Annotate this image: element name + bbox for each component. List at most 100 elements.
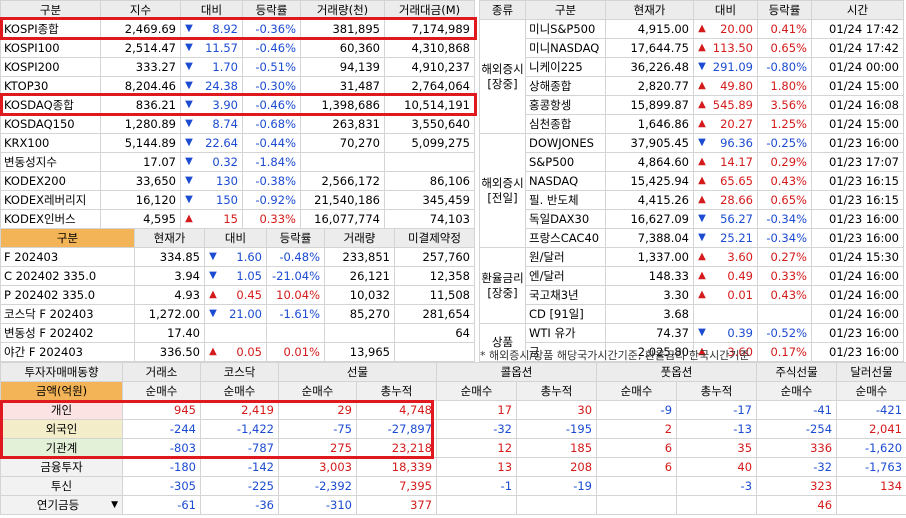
global-row[interactable]: S&P500 4,864.60 ▲ 14.17 0.29% 01/23 17:07 — [480, 152, 904, 172]
index-row[interactable]: KOSDAQ종합 836.21 ▼ 3.90 -0.46% 1,398,686 10,514… — [0, 95, 475, 115]
global-time: 01/24 15:30 — [811, 247, 904, 267]
global-col-header: 현재가 — [605, 0, 694, 20]
global-name: NASDAQ — [525, 171, 606, 191]
futures-col-header: 등락률 — [266, 228, 325, 248]
global-row[interactable]: 엔/달러 148.33 ▲ 0.49 0.33% 01/24 16:00 — [480, 266, 904, 286]
global-row[interactable]: 해외증시[장중] 미니S&P500 4,915.00 ▲ 20.00 0.41% 01/24… — [479, 19, 904, 134]
index-row[interactable]: KOSPI200 333.27 ▼ 1.70 -0.51% 94,139 4,910,237 — [0, 57, 475, 77]
investor-trading-table: 투자자매매동향 거래소 코스닥 선물 콜옵션 풋옵션 주식선물 달러선물 금액(억원) 순매수 순… — [0, 362, 906, 515]
index-row[interactable]: KODEX인버스 4,595 ▲ 15 0.33% 16,077,774 74,103 — [0, 209, 475, 229]
investor-sub-header: 금액(억원) 순매수 순매수 순매수 총누적 순매수 총누적 순매수 총누적 순매수 순매수 — [0, 381, 906, 401]
index-value: 1,280.89 — [100, 114, 181, 134]
change-value: 96.36 — [720, 136, 753, 150]
index-row[interactable]: KRX100 5,144.89 ▼ 22.64 -0.44% 70,270 5,099,27… — [0, 133, 475, 153]
index-row[interactable]: 변동성지수 17.07 ▼ 0.32 -1.84% — [0, 152, 475, 172]
index-header-row: 구분 지수 대비 등락률 거래량(천) 거래대금(M) — [0, 0, 475, 20]
change-cell: ▼ 150 — [180, 190, 243, 210]
index-row[interactable]: KOSDAQ150 1,280.89 ▼ 8.74 -0.68% 263,831 3,550… — [0, 114, 475, 134]
investor-value: -36 — [200, 495, 279, 515]
index-name: KRX100 — [0, 133, 101, 153]
investor-row[interactable]: 기관계 -803 -787 275 23,218 12 185 6 35 336 -1,620 — [0, 438, 906, 458]
investor-value — [436, 495, 518, 515]
investor-row[interactable]: 외국인 -244 -1,422 -75 -27,897 -32 -195 2 -13 -254 2,… — [0, 419, 906, 439]
global-row[interactable]: 환율금리[장중] 원/달러 1,337.00 ▲ 3.60 0.27% 01/24 15:3… — [479, 247, 904, 324]
global-col-header: 구분 — [525, 0, 606, 20]
index-row[interactable]: KOSPI종합 2,469.69 ▼ 8.92 -0.36% 381,895 7,174,9… — [0, 19, 475, 39]
investor-group-header-cell: 풋옵션 — [596, 362, 758, 382]
global-value: 17,644.75 — [605, 38, 694, 58]
investor-row[interactable]: 연기금등 ▼ -61 -36 -310 377 46 — [0, 495, 906, 515]
futures-row[interactable]: F 202403 334.85 ▼ 1.60 -0.48% 233,851 257,760 — [0, 247, 475, 267]
change-value: 0.01 — [727, 288, 753, 302]
global-time: 01/23 16:15 — [811, 190, 904, 210]
futures-row[interactable]: C 202402 335.0 3.94 ▼ 1.05 -21.04% 26,121 12,3… — [0, 266, 475, 286]
investor-row[interactable]: 개인 945 2,419 29 4,748 17 30 -9 -17 -41 -421 — [0, 400, 906, 420]
index-row[interactable]: KTOP30 8,204.46 ▼ 24.38 -0.30% 31,487 2,764,06… — [0, 76, 475, 96]
investor-value: -787 — [200, 438, 279, 458]
index-row[interactable]: KODEX레버리지 16,120 ▼ 150 -0.92% 21,540,186 345,4… — [0, 190, 475, 210]
investor-value: -27,897 — [355, 419, 438, 439]
investor-sub-header-cell: 총누적 — [516, 381, 598, 401]
global-row[interactable]: 니케이225 36,226.48 ▼ 291.09 -0.80% 01/24 00:00 — [480, 57, 904, 77]
down-triangle-icon: ▼ — [698, 213, 706, 224]
global-row[interactable]: CD [91일] 3.68 01/24 16:00 — [480, 304, 904, 324]
index-row[interactable]: KODEX200 33,650 ▼ 130 -0.38% 2,566,172 86,106 — [0, 171, 475, 191]
global-row[interactable]: NASDAQ 15,425.94 ▲ 65.65 0.43% 01/23 16:15 — [480, 171, 904, 191]
global-row[interactable]: 상해종합 2,820.77 ▲ 49.80 1.80% 01/24 15:00 — [480, 76, 904, 96]
global-value: 15,425.94 — [605, 171, 694, 191]
global-row[interactable]: 미니NASDAQ 17,644.75 ▲ 113.50 0.65% 01/24 17:42 — [480, 38, 904, 58]
index-col-header: 등락률 — [242, 0, 301, 20]
futures-row[interactable]: 야간 F 202403 336.50 ▲ 0.05 0.01% 13,965 — [0, 342, 475, 362]
change-cell: ▲ 20.00 — [693, 19, 758, 39]
index-name: KODEX레버리지 — [0, 190, 101, 210]
index-row[interactable]: KOSPI100 2,514.47 ▼ 11.57 -0.46% 60,360 4,310,… — [0, 38, 475, 58]
investor-value: -9 — [596, 400, 678, 420]
change-cell: ▲ 0.01 — [693, 285, 758, 305]
investor-type: 연기금등 ▼ — [0, 495, 123, 515]
global-row[interactable]: 상품 WTI 유가 74.37 ▼ 0.39 -0.52% 01/23 16:00 — [479, 323, 904, 362]
global-value: 4,864.60 — [605, 152, 694, 172]
investor-row[interactable]: 금융투자 -180 -142 3,003 18,339 13 208 6 40 -32 -1,763 — [0, 457, 906, 477]
up-triangle-icon: ▲ — [698, 23, 706, 34]
investor-value: 30 — [516, 400, 598, 420]
investor-value: 275 — [278, 438, 357, 458]
global-row[interactable]: 심천종합 1,646.86 ▲ 20.27 1.25% 01/24 15:00 — [480, 114, 904, 134]
down-triangle-icon: ▼ — [185, 80, 193, 91]
index-col-header: 지수 — [100, 0, 181, 20]
change-cell: ▼ 3.90 — [180, 95, 243, 115]
change-value: 56.27 — [720, 212, 753, 226]
investor-type: 외국인 — [0, 419, 123, 439]
investor-type: 금융투자 — [0, 457, 123, 477]
global-rate: 0.43% — [757, 285, 812, 305]
global-row[interactable]: 국고채3년 3.30 ▲ 0.01 0.43% 01/24 16:00 — [480, 285, 904, 305]
futures-row[interactable]: 코스닥 F 202403 1,272.00 ▼ 21.00 -1.61% 85,270 28… — [0, 304, 475, 324]
down-triangle-icon: ▼ — [185, 137, 193, 148]
change-value: 1.60 — [236, 250, 262, 264]
change-value: 1.70 — [212, 60, 238, 74]
futures-row[interactable]: 변동성 F 202402 17.40 64 — [0, 323, 475, 343]
global-name: 독일DAX30 — [525, 209, 606, 229]
change-value: 11.57 — [205, 41, 238, 55]
index-value: 33,650 — [100, 171, 181, 191]
global-row[interactable]: 프랑스CAC40 7,388.04 ▼ 25.21 -0.34% 01/23 16:00 — [480, 228, 904, 248]
down-triangle-icon: ▼ — [209, 308, 217, 319]
investor-group-header-cell: 선물 — [277, 362, 438, 382]
global-rate: 0.17% — [757, 342, 812, 362]
change-cell: ▲ 0.45 — [204, 285, 267, 305]
global-row[interactable]: 독일DAX30 16,627.09 ▼ 56.27 -0.34% 01/23 16:00 — [480, 209, 904, 229]
index-value: 5,144.89 — [100, 133, 181, 153]
dropdown-arrow-icon[interactable]: ▼ — [111, 497, 118, 514]
change-cell: ▼ 0.32 — [180, 152, 243, 172]
global-row[interactable]: 해외증시[전일] DOWJONES 37,905.45 ▼ 96.36 -0.25% 01/… — [479, 133, 904, 248]
global-row[interactable]: 홍콩항셍 15,899.87 ▲ 545.89 3.56% 01/24 16:08 — [480, 95, 904, 115]
global-row[interactable]: 필. 반도체 4,415.26 ▲ 28.66 0.65% 01/23 16:15 — [480, 190, 904, 210]
up-triangle-icon: ▲ — [698, 270, 706, 281]
global-value: 7,388.04 — [605, 228, 694, 248]
investor-sub-header-cell: 순매수 — [278, 381, 357, 401]
global-name: 미니S&P500 — [525, 19, 606, 39]
global-rate: 0.29% — [757, 152, 812, 172]
change-value: 21.00 — [229, 307, 262, 321]
investor-value: 6 — [596, 457, 678, 477]
investor-row[interactable]: 투신 -305 -225 -2,392 7,395 -1 -19 -3 323 134 — [0, 476, 906, 496]
futures-row[interactable]: P 202402 335.0 4.93 ▲ 0.45 10.04% 10,032 11,50… — [0, 285, 475, 305]
